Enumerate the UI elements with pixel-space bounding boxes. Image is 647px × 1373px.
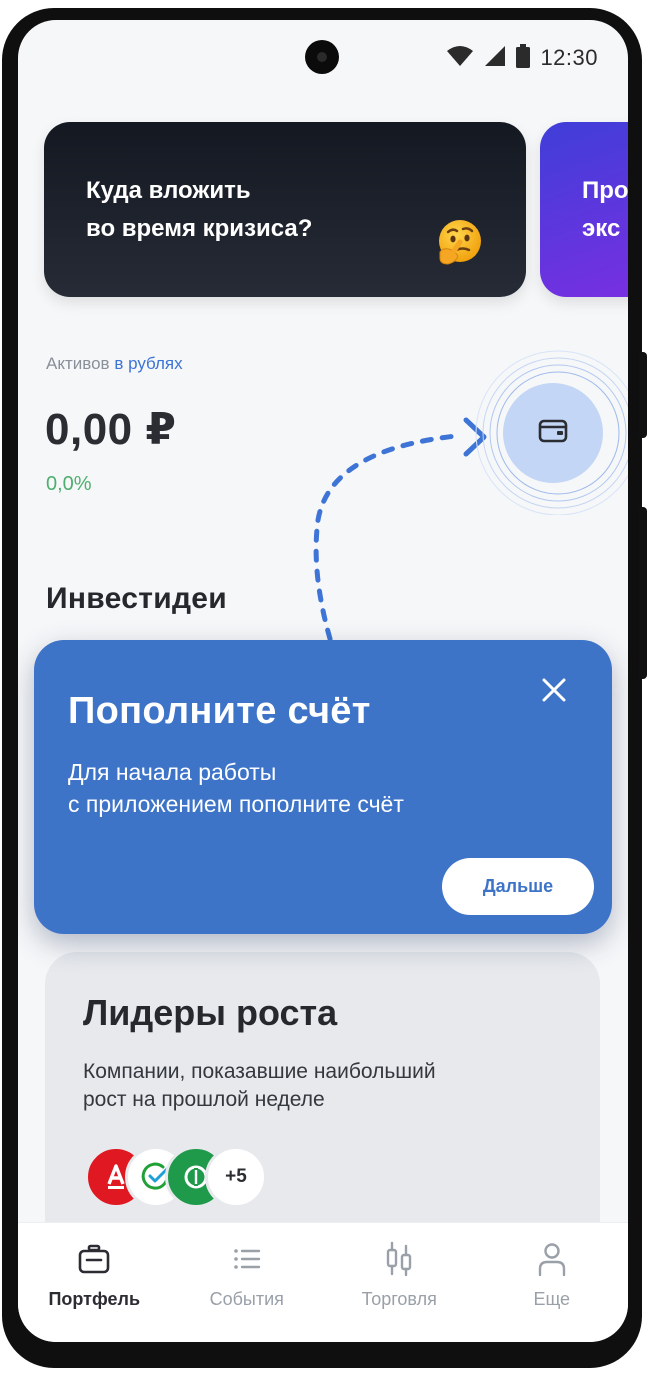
promo-title-second: Про экс xyxy=(582,177,628,242)
profile-icon xyxy=(532,1239,572,1279)
nav-item-portfolio[interactable]: Портфель xyxy=(18,1223,171,1342)
assets-label-prefix: Активов xyxy=(46,354,110,373)
popup-close-button[interactable] xyxy=(534,672,574,712)
candles-icon xyxy=(379,1239,419,1279)
wifi-icon xyxy=(446,45,474,72)
popup-next-button[interactable]: Дальше xyxy=(442,858,594,915)
status-bar: 12:30 xyxy=(446,43,598,73)
thinking-face-icon xyxy=(434,218,484,268)
company-logos: +5 xyxy=(85,1146,305,1208)
nav-label-portfolio: Портфель xyxy=(48,1289,141,1309)
nav-label-trading: Торговля xyxy=(361,1289,437,1309)
popup-title: Пополните счёт xyxy=(68,690,371,732)
growth-leaders-title: Лидеры роста xyxy=(83,992,338,1033)
nav-item-trading[interactable]: Торговля xyxy=(323,1223,476,1342)
nav-label-events: События xyxy=(209,1289,284,1309)
phone-volume-button xyxy=(639,507,647,679)
nav-label-more: Еще xyxy=(533,1289,571,1309)
promo-card-crisis[interactable]: Куда вложить во время кризиса? xyxy=(44,122,526,297)
promo-card-second[interactable]: Про экс xyxy=(540,122,628,297)
growth-leaders-description: Компании, показавшие наибольший рост на … xyxy=(83,1060,436,1111)
top-up-onboarding-popup: Пополните счёт Для начала работы с прило… xyxy=(34,640,612,934)
portfolio-icon xyxy=(74,1239,114,1279)
cellular-signal-icon xyxy=(484,45,506,72)
top-up-wallet-button[interactable] xyxy=(503,383,603,483)
assets-label: Активов в рублях xyxy=(46,354,183,374)
portfolio-balance: 0,00 ₽ xyxy=(45,405,177,454)
popup-text: Для начала работы с приложением пополнит… xyxy=(68,759,404,817)
close-icon xyxy=(541,677,567,708)
phone-power-button xyxy=(639,352,647,438)
bottom-navigation: Портфель События Торговля Еще xyxy=(18,1222,628,1342)
more-companies-badge: +5 xyxy=(205,1146,267,1208)
nav-item-events[interactable]: События xyxy=(171,1223,324,1342)
status-time: 12:30 xyxy=(540,45,598,70)
wallet-icon xyxy=(538,418,568,449)
front-camera xyxy=(305,40,339,74)
app-screen: 12:30 Куда вложить во время кризиса? Про… xyxy=(18,20,628,1342)
portfolio-change: 0,0% xyxy=(46,473,92,495)
currency-switch-link[interactable]: в рублях xyxy=(114,354,182,373)
invest-ideas-title: Инвестидеи xyxy=(46,582,228,615)
list-icon xyxy=(227,1239,267,1279)
nav-item-more[interactable]: Еще xyxy=(476,1223,629,1342)
battery-icon xyxy=(516,43,531,73)
promo-title: Куда вложить во время кризиса? xyxy=(86,177,313,242)
